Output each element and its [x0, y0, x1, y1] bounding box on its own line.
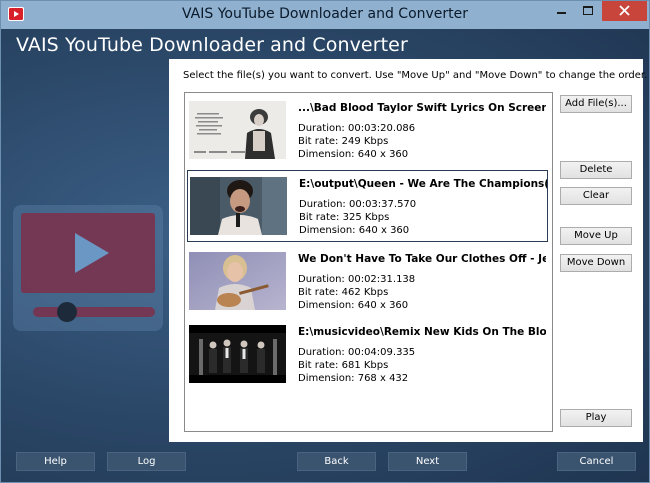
list-item[interactable]: ...\Bad Blood Taylor Swift Lyrics On Scr…	[187, 95, 548, 167]
minimize-icon	[557, 12, 566, 14]
add-files-button[interactable]: Add File(s)...	[560, 95, 632, 113]
app-window: VAIS YouTube Downloader and Converter VA…	[0, 0, 650, 483]
file-name: E:\output\Queen - We Are The Champions(1…	[299, 178, 547, 190]
title-bar[interactable]: VAIS YouTube Downloader and Converter	[1, 1, 649, 29]
video-thumbnail	[189, 252, 286, 310]
play-button[interactable]: Play	[560, 409, 632, 427]
delete-button[interactable]: Delete	[560, 161, 632, 179]
file-dimension: Dimension: 640 x 360	[298, 300, 409, 311]
video-player-icon	[13, 205, 165, 336]
file-bitrate: Bit rate: 249 Kbps	[298, 136, 389, 147]
video-thumbnail	[189, 101, 286, 159]
file-name: E:\musicvideo\Remix New Kids On The Bloc…	[298, 326, 546, 338]
help-button[interactable]: Help	[16, 452, 95, 471]
file-panel: Select the file(s) you want to convert. …	[169, 59, 647, 442]
file-duration: Duration: 00:02:31.138	[298, 274, 416, 285]
file-name: We Don't Have To Take Our Clothes Off - …	[298, 253, 546, 265]
list-item[interactable]: We Don't Have To Take Our Clothes Off - …	[187, 246, 548, 318]
move-down-button[interactable]: Move Down	[560, 254, 632, 272]
close-button[interactable]	[602, 1, 647, 21]
file-dimension: Dimension: 640 x 360	[299, 225, 410, 236]
cancel-button[interactable]: Cancel	[557, 452, 636, 471]
file-duration: Duration: 00:03:37.570	[299, 199, 417, 210]
file-duration: Duration: 00:03:20.086	[298, 123, 416, 134]
app-headline: VAIS YouTube Downloader and Converter	[16, 34, 408, 56]
file-dimension: Dimension: 640 x 360	[298, 149, 409, 160]
instruction-text: Select the file(s) you want to convert. …	[183, 70, 648, 81]
close-icon	[619, 5, 630, 16]
list-item[interactable]: E:\musicvideo\Remix New Kids On The Bloc…	[187, 319, 548, 391]
move-up-button[interactable]: Move Up	[560, 227, 632, 245]
file-list[interactable]: ...\Bad Blood Taylor Swift Lyrics On Scr…	[184, 92, 553, 432]
file-name: ...\Bad Blood Taylor Swift Lyrics On Scr…	[298, 102, 546, 114]
file-bitrate: Bit rate: 462 Kbps	[298, 287, 389, 298]
file-duration: Duration: 00:04:09.335	[298, 347, 416, 358]
log-button[interactable]: Log	[107, 452, 186, 471]
next-button[interactable]: Next	[388, 452, 467, 471]
main-content: VAIS YouTube Downloader and Converter Se…	[1, 29, 649, 482]
video-thumbnail	[189, 325, 286, 383]
minimize-button[interactable]	[548, 1, 575, 21]
file-dimension: Dimension: 768 x 432	[298, 373, 409, 384]
back-button[interactable]: Back	[297, 452, 376, 471]
list-item[interactable]: E:\output\Queen - We Are The Champions(1…	[187, 170, 548, 242]
video-thumbnail	[190, 177, 287, 235]
maximize-icon	[583, 6, 593, 15]
maximize-button[interactable]	[575, 1, 602, 21]
file-bitrate: Bit rate: 681 Kbps	[298, 360, 389, 371]
clear-button[interactable]: Clear	[560, 187, 632, 205]
file-bitrate: Bit rate: 325 Kbps	[299, 212, 390, 223]
